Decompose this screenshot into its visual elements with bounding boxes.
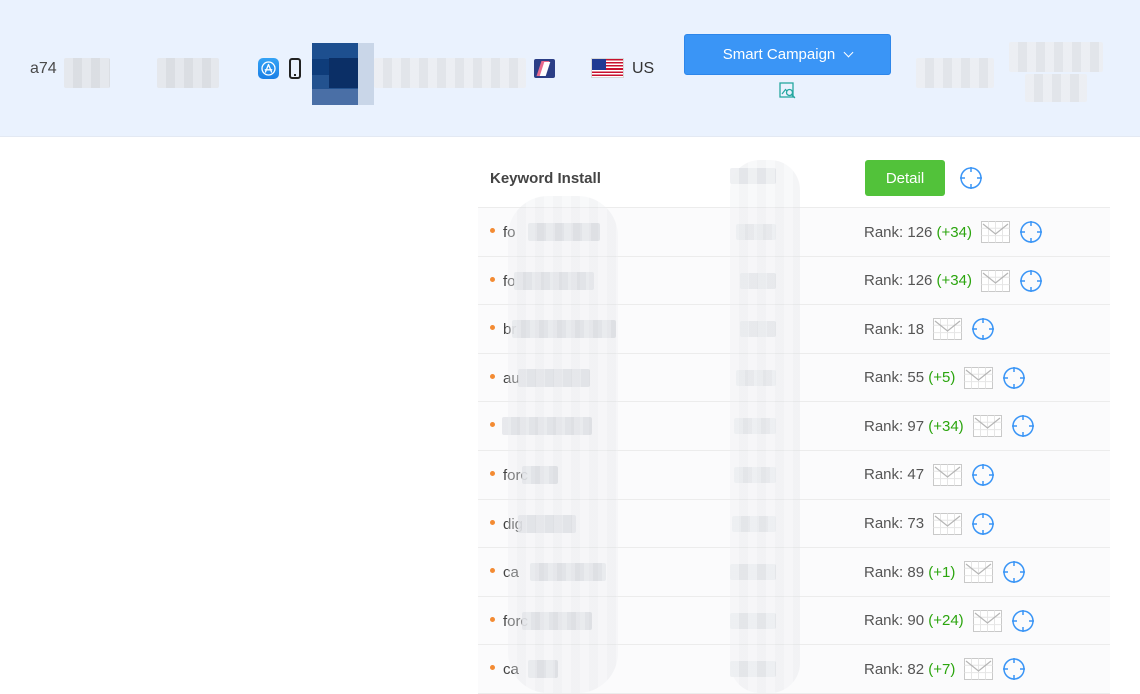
rank-value: Rank: 97 (+34) bbox=[864, 417, 964, 435]
rank-chart-icon[interactable] bbox=[964, 366, 994, 389]
rank-group: Rank: 89 (+1) bbox=[864, 560, 1026, 584]
rank-group: Rank: 82 (+7) bbox=[864, 657, 1026, 681]
crosshair-icon[interactable] bbox=[1019, 269, 1043, 293]
bullet-dot bbox=[490, 373, 495, 379]
crosshair-icon[interactable] bbox=[971, 317, 995, 341]
rank-value: Rank: 126 (+34) bbox=[864, 272, 972, 290]
rank-chart-icon[interactable] bbox=[964, 658, 994, 681]
country-code: US bbox=[632, 60, 655, 77]
smart-campaign-label: Smart Campaign bbox=[722, 46, 836, 63]
rank-value: Rank: 89 (+1) bbox=[864, 563, 956, 581]
rank-chart-icon[interactable] bbox=[933, 463, 963, 486]
rank-value: Rank: 82 (+7) bbox=[864, 660, 956, 678]
rank-group: Rank: 90 (+24) bbox=[864, 609, 1035, 633]
rank-group: Rank: 73 bbox=[864, 512, 995, 536]
rank-chart-icon[interactable] bbox=[933, 318, 963, 341]
rank-group: Rank: 126 (+34) bbox=[864, 269, 1043, 293]
crosshair-icon[interactable] bbox=[959, 166, 983, 190]
rank-value: Rank: 90 (+24) bbox=[864, 612, 964, 630]
crosshair-icon[interactable] bbox=[1019, 220, 1043, 244]
redacted-block bbox=[157, 58, 219, 88]
bullet-dot bbox=[490, 616, 495, 622]
rank-chart-icon[interactable] bbox=[972, 609, 1002, 632]
rank-value: Rank: 73 bbox=[864, 515, 925, 533]
rank-value: Rank: 55 (+5) bbox=[864, 369, 956, 387]
redacted-column bbox=[508, 196, 618, 693]
chevron-down-icon bbox=[843, 47, 854, 57]
rank-value: Rank: 18 bbox=[864, 320, 925, 338]
redacted-block bbox=[1025, 74, 1087, 102]
redacted-block bbox=[1009, 42, 1103, 72]
detail-button[interactable]: Detail bbox=[865, 160, 945, 196]
table-title: Keyword Install bbox=[490, 170, 601, 187]
rank-group: Rank: 126 (+34) bbox=[864, 220, 1043, 244]
rank-chart-icon[interactable] bbox=[980, 269, 1010, 292]
crosshair-icon[interactable] bbox=[1002, 657, 1026, 681]
rank-group: Rank: 47 bbox=[864, 463, 995, 487]
crosshair-icon[interactable] bbox=[1011, 414, 1035, 438]
redacted-block bbox=[64, 58, 110, 88]
bullet-dot bbox=[490, 325, 495, 331]
bullet-dot bbox=[490, 665, 495, 671]
account-id: a74 bbox=[30, 60, 57, 77]
bullet-dot bbox=[490, 519, 495, 525]
crosshair-icon[interactable] bbox=[1011, 609, 1035, 633]
us-flag-icon bbox=[591, 58, 624, 78]
rank-chart-icon[interactable] bbox=[933, 512, 963, 535]
rank-value: Rank: 47 bbox=[864, 466, 925, 484]
bullet-dot bbox=[490, 276, 495, 282]
smart-campaign-button[interactable]: Smart Campaign bbox=[684, 34, 891, 75]
redacted-column bbox=[730, 160, 800, 693]
rank-chart-icon[interactable] bbox=[964, 561, 994, 584]
redacted-app-name bbox=[374, 58, 526, 88]
app-store-icon bbox=[258, 58, 279, 79]
app-icon-tile bbox=[329, 58, 358, 88]
brand-icon bbox=[534, 59, 555, 78]
crosshair-icon[interactable] bbox=[971, 463, 995, 487]
rank-value: Rank: 126 (+34) bbox=[864, 223, 972, 241]
redacted-block bbox=[916, 58, 994, 88]
iphone-icon bbox=[289, 58, 301, 79]
rank-group: Rank: 55 (+5) bbox=[864, 366, 1026, 390]
rank-chart-icon[interactable] bbox=[980, 221, 1010, 243]
bullet-dot bbox=[490, 422, 495, 428]
rank-chart-icon[interactable] bbox=[972, 415, 1002, 438]
app-header: a74 US Smart Campaign bbox=[0, 0, 1140, 137]
bullet-dot bbox=[490, 470, 495, 476]
rank-group: Rank: 97 (+34) bbox=[864, 414, 1035, 438]
bullet-dot bbox=[490, 228, 495, 233]
image-search-icon[interactable] bbox=[779, 82, 796, 99]
crosshair-icon[interactable] bbox=[971, 512, 995, 536]
crosshair-icon[interactable] bbox=[1002, 366, 1026, 390]
crosshair-icon[interactable] bbox=[1002, 560, 1026, 584]
rank-group: Rank: 18 bbox=[864, 317, 995, 341]
bullet-dot bbox=[490, 568, 495, 574]
